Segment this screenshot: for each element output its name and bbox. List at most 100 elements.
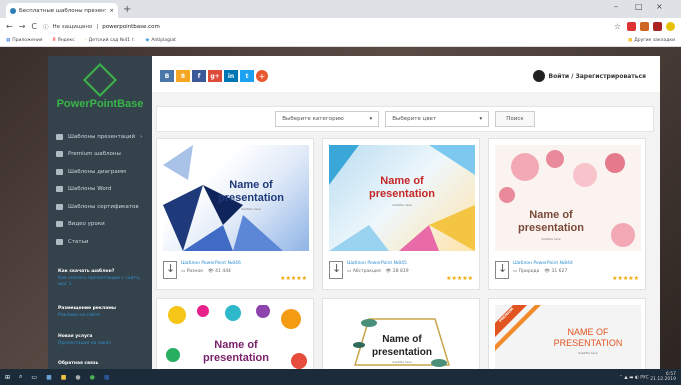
bookmark-kindergarten[interactable]: › Детский сад №41 г. (85, 38, 136, 43)
template-name[interactable]: Шаблон PowerPoint №844 (513, 261, 573, 266)
vk-icon[interactable]: В (160, 70, 174, 82)
template-card[interactable]: Name of presentation (156, 298, 314, 379)
odnoklassniki-icon[interactable]: 8 (176, 70, 190, 82)
google-plus-icon[interactable]: g+ (208, 70, 222, 82)
sidebar-item-premium[interactable]: Premium шаблоны (56, 146, 148, 164)
address-bar[interactable]: ⓘ Не защищено | powerpointbase.com (43, 21, 608, 33)
info-link[interactable]: Как скачать презентацию с сайта, шаг 1 (58, 276, 146, 288)
category-select[interactable]: Выберите категорию ▾ (275, 111, 380, 127)
template-card[interactable]: PREMIUM NAME OF PRESENTATION Subtitle her… (488, 298, 646, 379)
info-new-service: Новая услуга Презентация на заказ (58, 334, 146, 347)
search-button[interactable]: Поиск (495, 111, 535, 127)
info-link[interactable]: Реклама на сайте (58, 313, 146, 319)
template-thumbnail[interactable]: Name of presentation (163, 305, 309, 379)
extension-icon[interactable] (640, 22, 649, 31)
extension-icon[interactable] (627, 22, 636, 31)
back-button[interactable]: ← (6, 22, 13, 31)
video-icon (56, 221, 63, 228)
social-buttons: В 8 f g+ in t + (160, 70, 268, 82)
sidebar-item-word[interactable]: Шаблоны Word (56, 181, 148, 199)
extension-icon[interactable] (653, 22, 662, 31)
profile-icon[interactable] (666, 22, 675, 31)
thumb-title: NAME OF PRESENTATION (553, 327, 623, 348)
template-thumbnail[interactable]: PREMIUM NAME OF PRESENTATION Subtitle her… (495, 305, 641, 379)
color-select[interactable]: Выберите цвет ▾ (385, 111, 490, 127)
sidebar-item-video[interactable]: Видео уроки (56, 216, 148, 234)
template-thumbnail[interactable]: Name of presentation Subtitle here (163, 145, 309, 251)
maximize-button[interactable]: □ (635, 2, 643, 11)
bookmark-apps[interactable]: ▦ Приложения (6, 38, 42, 43)
forward-button[interactable]: → (19, 22, 26, 31)
top-bar: В 8 f g+ in t + Войти / Зарегистрировать… (152, 56, 660, 92)
new-tab-button[interactable]: + (123, 4, 131, 15)
reload-button[interactable]: C (31, 22, 37, 31)
pie-chart-icon (56, 168, 63, 175)
download-icon[interactable] (163, 261, 177, 279)
folder-icon[interactable]: ■ (61, 374, 67, 381)
clock[interactable]: 6:57 21.12.2019 (650, 372, 676, 382)
site-favicon-icon (10, 7, 16, 14)
app-icon[interactable]: ● (75, 374, 80, 381)
document-icon (56, 186, 63, 193)
browser-tab[interactable]: Бесплатные шаблоны презент… × (6, 3, 118, 18)
bookmark-yandex[interactable]: Я Яндекс (52, 38, 74, 43)
browser-tab-bar: Бесплатные шаблоны презент… × + – □ × (0, 0, 681, 18)
sidebar-item-articles[interactable]: Статьи (56, 233, 148, 251)
windows-start-icon[interactable]: ⊞ (5, 374, 10, 381)
card-meta: Шаблон PowerPoint №844 ▭ Природа 👁 31 627… (495, 259, 641, 287)
template-thumbnail[interactable]: Name of presentation Subtitle here (495, 145, 641, 251)
minimize-button[interactable]: – (614, 2, 618, 11)
twitter-icon[interactable]: t (240, 70, 254, 82)
chevron-down-icon: ▾ (479, 116, 483, 122)
card-meta: Шаблон PowerPoint №845 ▭ Абстракция 👁 28 … (329, 259, 475, 287)
template-card[interactable]: Name ofpresentation Subtitle here Шаблон… (488, 138, 646, 290)
language-indicator[interactable]: РУС (640, 376, 649, 381)
search-icon[interactable]: ⌕ (19, 373, 22, 381)
close-window-button[interactable]: × (656, 2, 663, 11)
thumb-title: Name of presentation (517, 209, 584, 234)
rating-stars[interactable]: ★★★★★ (446, 275, 473, 282)
download-icon[interactable] (495, 261, 509, 279)
explorer-icon[interactable]: ■ (46, 374, 52, 381)
browser-toolbar: ← → C ⓘ Не защищено | powerpointbase.com… (0, 18, 681, 35)
login-link[interactable]: Войти / Зарегистрироваться (532, 70, 646, 82)
info-link[interactable]: Презентация на заказ (58, 341, 146, 347)
tray-icons[interactable]: ⌃ ▲ ▬ ◐ (619, 376, 639, 381)
rating-stars[interactable]: ★★★★★ (612, 275, 639, 282)
site-logo[interactable]: PowerPointBase (48, 63, 152, 110)
template-card[interactable]: Name ofpresentation Subtitle here Шаблон… (156, 138, 314, 290)
template-card[interactable]: Name of presentation Subtitle here (322, 298, 480, 379)
chrome-icon[interactable]: ● (90, 374, 95, 381)
template-thumbnail[interactable]: Name of presentation Subtitle here (329, 145, 475, 251)
task-view-icon[interactable]: ▭ (31, 374, 37, 381)
sidebar-item-diagrams[interactable]: Шаблоны диаграмм (56, 163, 148, 181)
share-more-icon[interactable]: + (256, 70, 268, 82)
download-icon[interactable] (329, 261, 343, 279)
rating-stars[interactable]: ★★★★★ (280, 275, 307, 282)
extensions (627, 22, 675, 31)
template-thumbnail[interactable]: Name of presentation Subtitle here (329, 305, 475, 379)
main-content: В 8 f g+ in t + Войти / Зарегистрировать… (152, 56, 660, 379)
other-bookmarks[interactable]: ■ Другие закладки (628, 38, 675, 43)
template-name[interactable]: Шаблон PowerPoint №845 (347, 261, 407, 266)
facebook-icon[interactable]: f (192, 70, 206, 82)
article-icon (56, 238, 63, 245)
category-label: ▭ Разное (181, 269, 204, 274)
screen: Бесплатные шаблоны презент… × + – □ × ← … (0, 0, 681, 385)
info-icon[interactable]: ⓘ (43, 23, 49, 31)
url-text[interactable]: powerpointbase.com (102, 24, 160, 30)
sidebar: PowerPointBase Шаблоны презентаций › Prem… (48, 56, 152, 369)
linkedin-icon[interactable]: in (224, 70, 238, 82)
word-icon[interactable]: ■ (104, 374, 110, 381)
tab-close-icon[interactable]: × (109, 8, 114, 14)
bookmark-antiplagiat[interactable]: ◉ Antiplagiat (145, 38, 175, 43)
bookmark-star-icon[interactable]: ☆ (614, 22, 621, 31)
sidebar-item-presentation-templates[interactable]: Шаблоны презентаций › (56, 128, 148, 146)
sidebar-item-certificates[interactable]: Шаблоны сертификатов (56, 198, 148, 216)
security-label: Не защищено (52, 23, 93, 30)
info-feedback: Обратная связь (58, 361, 99, 366)
thumb-title: Name of presentation (202, 339, 269, 364)
template-name[interactable]: Шаблон PowerPoint №846 (181, 261, 241, 266)
template-card[interactable]: Name ofpresentation Subtitle here Шаблон… (322, 138, 480, 290)
logo-diamond-icon (83, 63, 117, 97)
